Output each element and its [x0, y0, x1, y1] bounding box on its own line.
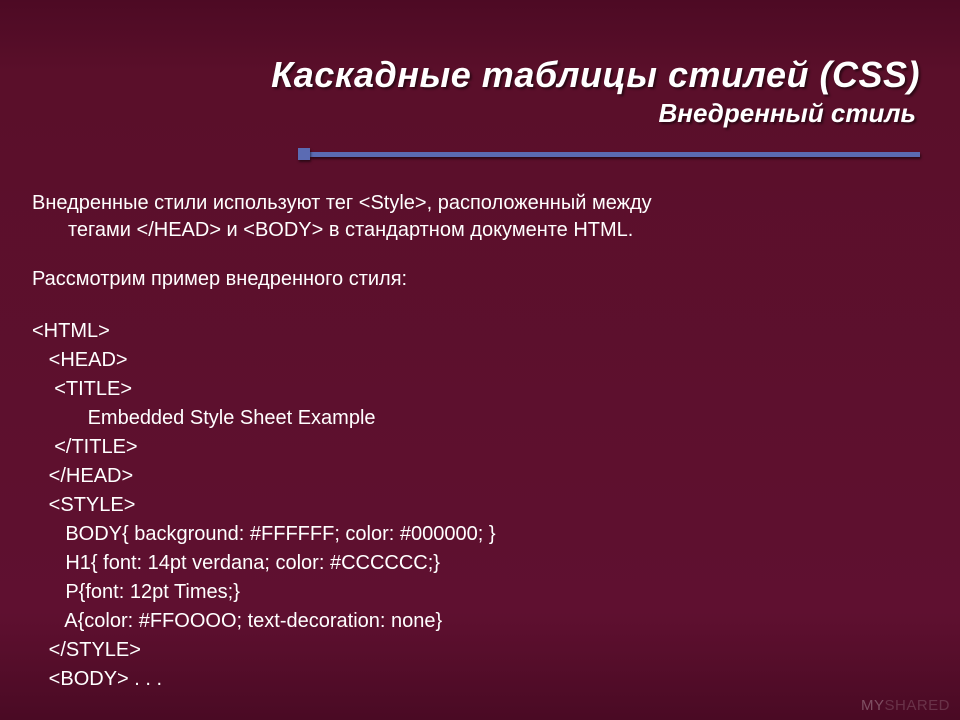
slide-subtitle: Внедренный стиль — [70, 98, 916, 129]
divider-line — [310, 152, 920, 157]
paragraph-intro: Внедренные стили используют тег <Style>,… — [32, 190, 920, 244]
slide: Каскадные таблицы стилей (CSS) Внедренны… — [0, 0, 960, 720]
paragraph-example-intro: Рассмотрим пример внедренного стиля: — [32, 266, 920, 293]
watermark: MYSHARED — [861, 697, 950, 714]
heading-block: Каскадные таблицы стилей (CSS) Внедренны… — [70, 54, 920, 129]
slide-title: Каскадные таблицы стилей (CSS) — [70, 54, 920, 96]
watermark-part1: MY — [861, 697, 885, 714]
watermark-part2: SHARED — [884, 697, 950, 714]
body-block: Внедренные стили используют тег <Style>,… — [32, 190, 920, 694]
code-example: <HTML> <HEAD> <TITLE> Embedded Style She… — [32, 317, 920, 694]
intro-line-2: тегами </HEAD> и <BODY> в стандартном до… — [32, 217, 920, 244]
intro-line-1: Внедренные стили используют тег <Style>,… — [32, 192, 652, 214]
